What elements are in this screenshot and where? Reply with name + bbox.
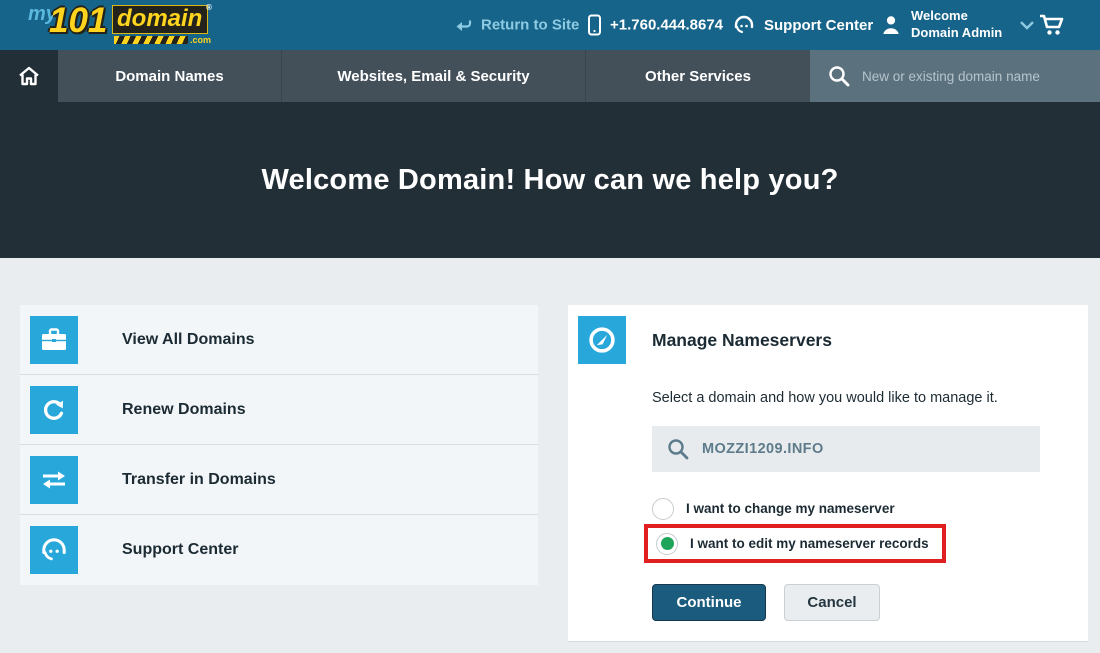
panel-subtitle: Select a domain and how you would like t… xyxy=(652,390,1040,406)
renew-icon xyxy=(30,386,78,434)
list-item-view-all-domains[interactable]: View All Domains xyxy=(20,305,538,375)
list-item-label: Support Center xyxy=(122,541,238,559)
selected-domain-value: MOZZI1209.INFO xyxy=(702,441,824,457)
radio-label: I want to edit my nameserver records xyxy=(690,536,929,551)
hero-banner: Welcome Domain! How can we help you? xyxy=(0,102,1100,258)
phone-link[interactable]: +1.760.444.8674 xyxy=(588,15,723,36)
radio-checked-icon[interactable] xyxy=(656,533,678,555)
transfer-icon xyxy=(30,456,78,504)
home-icon xyxy=(18,66,40,86)
list-item-label: Transfer in Domains xyxy=(122,471,276,489)
panel-title: Manage Nameservers xyxy=(652,330,832,351)
radio-unchecked-icon[interactable] xyxy=(652,498,674,520)
main-content: View All Domains Renew Domains Transfe xyxy=(0,258,1100,653)
radio-label: I want to change my nameserver xyxy=(686,501,895,516)
list-item-label: View All Domains xyxy=(122,331,254,349)
cancel-button[interactable]: Cancel xyxy=(784,584,880,621)
logo-101-text: 101 xyxy=(49,1,107,41)
radio-change-nameserver[interactable]: I want to change my nameserver xyxy=(652,495,1040,522)
main-nav: Domain Names Websites, Email & Security … xyxy=(0,50,1100,102)
support-center-link[interactable]: Support Center xyxy=(733,15,873,35)
cart-button[interactable] xyxy=(1038,13,1068,37)
compass-icon xyxy=(578,316,626,364)
topbar: my 101 domain ® .com Return to Site +1.7… xyxy=(0,0,1100,50)
tab-other-services[interactable]: Other Services xyxy=(585,50,810,102)
search-icon xyxy=(666,437,690,461)
return-arrow-icon xyxy=(455,18,472,33)
cart-icon xyxy=(1038,13,1068,37)
account-menu[interactable]: Welcome Domain Admin xyxy=(880,8,1035,42)
home-tab[interactable] xyxy=(0,50,58,102)
logo-domain-text: domain xyxy=(112,5,208,34)
list-item-support-center[interactable]: Support Center xyxy=(20,515,538,585)
list-item-transfer-in-domains[interactable]: Transfer in Domains xyxy=(20,445,538,515)
logo-registered-mark: ® xyxy=(206,3,212,12)
user-icon xyxy=(880,14,902,36)
account-username: Domain Admin xyxy=(911,25,1002,42)
domain-search-input[interactable] xyxy=(862,69,1092,84)
manage-nameservers-panel: Manage Nameservers Select a domain and h… xyxy=(568,305,1088,642)
domain-select-field[interactable]: MOZZI1209.INFO xyxy=(652,426,1040,472)
account-welcome: Welcome xyxy=(911,8,1002,25)
search-icon xyxy=(827,64,851,88)
chevron-down-icon xyxy=(1019,20,1035,30)
continue-button[interactable]: Continue xyxy=(652,584,766,621)
tab-domain-names[interactable]: Domain Names xyxy=(58,50,281,102)
briefcase-icon xyxy=(30,316,78,364)
headset-icon xyxy=(30,526,78,574)
return-to-site-label: Return to Site xyxy=(481,17,579,34)
return-to-site-link[interactable]: Return to Site xyxy=(455,17,579,34)
hero-title: Welcome Domain! How can we help you? xyxy=(261,164,838,197)
nameserver-options: I want to change my nameserver I want to… xyxy=(652,495,1040,563)
tab-websites-email-security[interactable]: Websites, Email & Security xyxy=(281,50,585,102)
logo-tld-text: .com xyxy=(190,35,211,45)
list-item-renew-domains[interactable]: Renew Domains xyxy=(20,375,538,445)
mobile-phone-icon xyxy=(588,15,601,36)
quick-links-list: View All Domains Renew Domains Transfe xyxy=(20,305,538,585)
phone-number: +1.760.444.8674 xyxy=(610,17,723,34)
list-item-label: Renew Domains xyxy=(122,401,246,419)
radio-edit-nameserver-records[interactable]: I want to edit my nameserver records xyxy=(656,530,929,557)
site-logo[interactable]: my 101 domain ® .com xyxy=(28,3,213,47)
headset-icon xyxy=(733,15,755,35)
support-center-label: Support Center xyxy=(764,17,873,34)
domain-search-box[interactable] xyxy=(810,50,1100,102)
red-highlight-box: I want to edit my nameserver records xyxy=(644,524,946,563)
logo-stripes xyxy=(114,36,188,44)
